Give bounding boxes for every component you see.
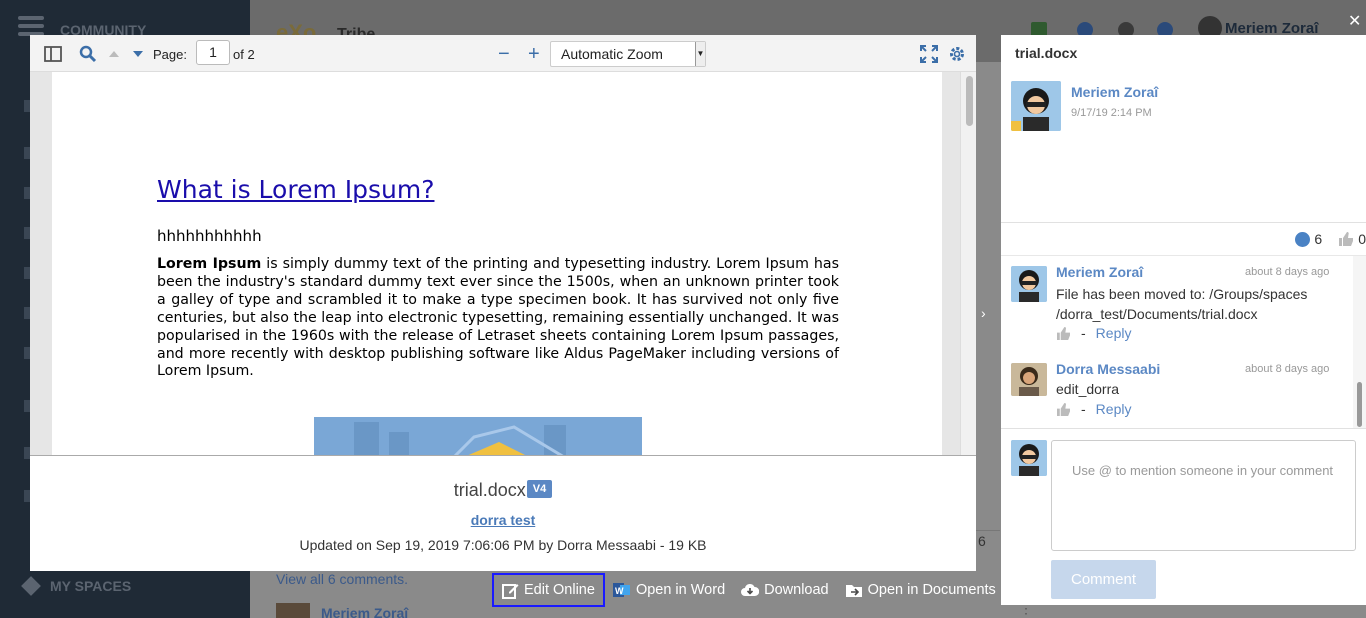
page-label: Page: bbox=[153, 47, 187, 62]
bg-comment-avatar bbox=[276, 603, 310, 618]
chevron-down-icon: ▼ bbox=[695, 42, 705, 66]
comment-actions: - Reply bbox=[1056, 325, 1131, 341]
previous-page-button[interactable] bbox=[108, 44, 120, 64]
my-spaces-text: MY SPACES bbox=[50, 578, 132, 594]
svg-text:W: W bbox=[615, 586, 624, 596]
document-viewer: Page: 1 of 2 − + Automatic Zoom ▼ What i… bbox=[30, 35, 976, 571]
thumbs-up-icon[interactable] bbox=[1056, 326, 1071, 340]
reply-link[interactable]: Reply bbox=[1096, 325, 1132, 341]
comment-author[interactable]: Meriem Zoraî bbox=[1056, 264, 1143, 280]
chevron-right-icon[interactable]: › bbox=[981, 305, 986, 321]
download-button[interactable]: Download bbox=[733, 573, 837, 607]
comment-composer: Use @ to mention someone in your comment… bbox=[1001, 430, 1366, 605]
fullscreen-icon bbox=[920, 45, 938, 63]
document-paragraph: Lorem Ipsum is simply dummy text of the … bbox=[157, 256, 839, 381]
document-title-link[interactable]: What is Lorem Ipsum? bbox=[157, 175, 434, 204]
edit-online-label: Edit Online bbox=[524, 582, 595, 598]
more-options-icon[interactable]: ⋮ bbox=[1019, 605, 1033, 618]
current-user-avatar bbox=[1011, 440, 1047, 476]
paragraph-text: is simply dummy text of the printing and… bbox=[157, 256, 839, 380]
bg-count: 6 bbox=[978, 533, 986, 549]
comment-bubble-icon bbox=[1295, 231, 1311, 247]
pdf-toolbar: Page: 1 of 2 − + Automatic Zoom ▼ bbox=[30, 35, 976, 72]
zoom-in-button[interactable]: + bbox=[528, 43, 540, 65]
comment-submit-button[interactable]: Comment bbox=[1051, 560, 1156, 599]
comment-text: edit_dorra bbox=[1056, 381, 1120, 397]
close-icon[interactable]: ✕ bbox=[1348, 11, 1361, 31]
file-name-text: trial.docx bbox=[453, 480, 526, 500]
edit-icon bbox=[502, 583, 519, 599]
comment-count: 6 bbox=[1314, 231, 1323, 247]
open-in-word-button[interactable]: W Open in Word bbox=[605, 573, 733, 607]
document-info: trial.docx V4 dorra test Updated on Sep 1… bbox=[30, 456, 976, 571]
separator: - bbox=[1081, 401, 1086, 417]
download-label: Download bbox=[764, 582, 829, 598]
search-button[interactable] bbox=[79, 44, 97, 64]
space-link[interactable]: dorra test bbox=[30, 512, 976, 528]
document-author[interactable]: Meriem Zoraî bbox=[1071, 84, 1158, 100]
cloud-download-icon bbox=[741, 583, 760, 596]
comment-time: about 8 days ago bbox=[1245, 266, 1330, 278]
page-number-input[interactable]: 1 bbox=[196, 40, 230, 65]
fullscreen-button[interactable] bbox=[920, 44, 938, 64]
my-spaces-label: MY SPACES bbox=[21, 576, 132, 596]
arrow-down-icon bbox=[133, 51, 143, 57]
file-name: trial.docx V4 bbox=[30, 480, 976, 501]
open-documents-icon bbox=[845, 585, 862, 597]
document-page: What is Lorem Ipsum? hhhhhhhhhhh Lorem I… bbox=[52, 72, 942, 455]
reply-link[interactable]: Reply bbox=[1096, 401, 1132, 417]
comment-actions: - Reply bbox=[1056, 401, 1131, 417]
thumbs-up-icon[interactable] bbox=[1338, 232, 1354, 246]
thumbs-up-icon[interactable] bbox=[1056, 402, 1071, 416]
zoom-select[interactable]: Automatic Zoom ▼ bbox=[550, 41, 706, 67]
hamburger-menu-icon bbox=[18, 16, 44, 36]
comment-avatar bbox=[1011, 266, 1047, 302]
view-all-comments-link: View all 6 comments. bbox=[276, 571, 409, 587]
document-scrollbar[interactable] bbox=[960, 72, 976, 455]
open-in-documents-label: Open in Documents bbox=[867, 582, 996, 598]
document-date: 9/17/19 2:14 PM bbox=[1071, 107, 1152, 119]
separator: - bbox=[1081, 325, 1086, 341]
comment-text: File has been moved to: /Groups/spaces /… bbox=[1056, 286, 1308, 322]
arrow-up-icon bbox=[109, 51, 119, 57]
author-avatar bbox=[1011, 81, 1061, 131]
updated-info: Updated on Sep 19, 2019 7:06:06 PM by Do… bbox=[299, 537, 707, 553]
action-bar: Edit Online W Open in Word Download Open… bbox=[492, 573, 1004, 607]
comment-avatar bbox=[1011, 363, 1047, 396]
scrollbar-thumb[interactable] bbox=[966, 76, 973, 126]
panel-title: trial.docx bbox=[1015, 45, 1078, 61]
version-badge[interactable]: V4 bbox=[526, 480, 553, 499]
comments-panel: trial.docx Meriem Zoraî 9/17/19 2:14 PM … bbox=[1001, 35, 1366, 605]
layers-icon bbox=[21, 576, 41, 596]
comment-input[interactable]: Use @ to mention someone in your comment bbox=[1051, 440, 1356, 551]
comments-list[interactable]: Meriem Zoraî about 8 days ago File has b… bbox=[1001, 255, 1366, 429]
search-icon bbox=[79, 45, 97, 63]
page-total: of 2 bbox=[233, 47, 255, 62]
scrollbar-thumb[interactable] bbox=[1357, 382, 1362, 427]
sidebar-toggle-button[interactable] bbox=[44, 44, 62, 64]
document-image bbox=[314, 417, 642, 455]
open-in-word-label: Open in Word bbox=[635, 582, 726, 598]
document-canvas[interactable]: What is Lorem Ipsum? hhhhhhhhhhh Lorem I… bbox=[30, 72, 976, 456]
settings-icon bbox=[950, 47, 964, 61]
activity-counts: 6 0 bbox=[1295, 231, 1366, 247]
word-icon: W bbox=[612, 583, 630, 597]
comment-time: about 8 days ago bbox=[1245, 363, 1330, 375]
zoom-value: Automatic Zoom bbox=[561, 46, 663, 62]
like-count: 0 bbox=[1358, 231, 1366, 247]
page-number-value: 1 bbox=[209, 44, 217, 60]
edit-online-button[interactable]: Edit Online bbox=[492, 573, 605, 607]
comments-scrollbar[interactable] bbox=[1353, 256, 1366, 428]
comment-author[interactable]: Dorra Messaabi bbox=[1056, 361, 1160, 377]
document-heading: hhhhhhhhhhh bbox=[157, 227, 262, 245]
next-page-button[interactable] bbox=[132, 44, 144, 64]
tools-button[interactable] bbox=[948, 44, 966, 64]
paragraph-bold-text: Lorem Ipsum bbox=[157, 256, 262, 272]
panel-divider bbox=[1001, 222, 1366, 223]
sidebar-toggle-icon bbox=[44, 46, 62, 62]
bg-comment-author: Meriem Zoraî bbox=[321, 605, 409, 618]
zoom-out-button[interactable]: − bbox=[498, 43, 510, 65]
open-in-documents-button[interactable]: Open in Documents bbox=[837, 573, 1004, 607]
